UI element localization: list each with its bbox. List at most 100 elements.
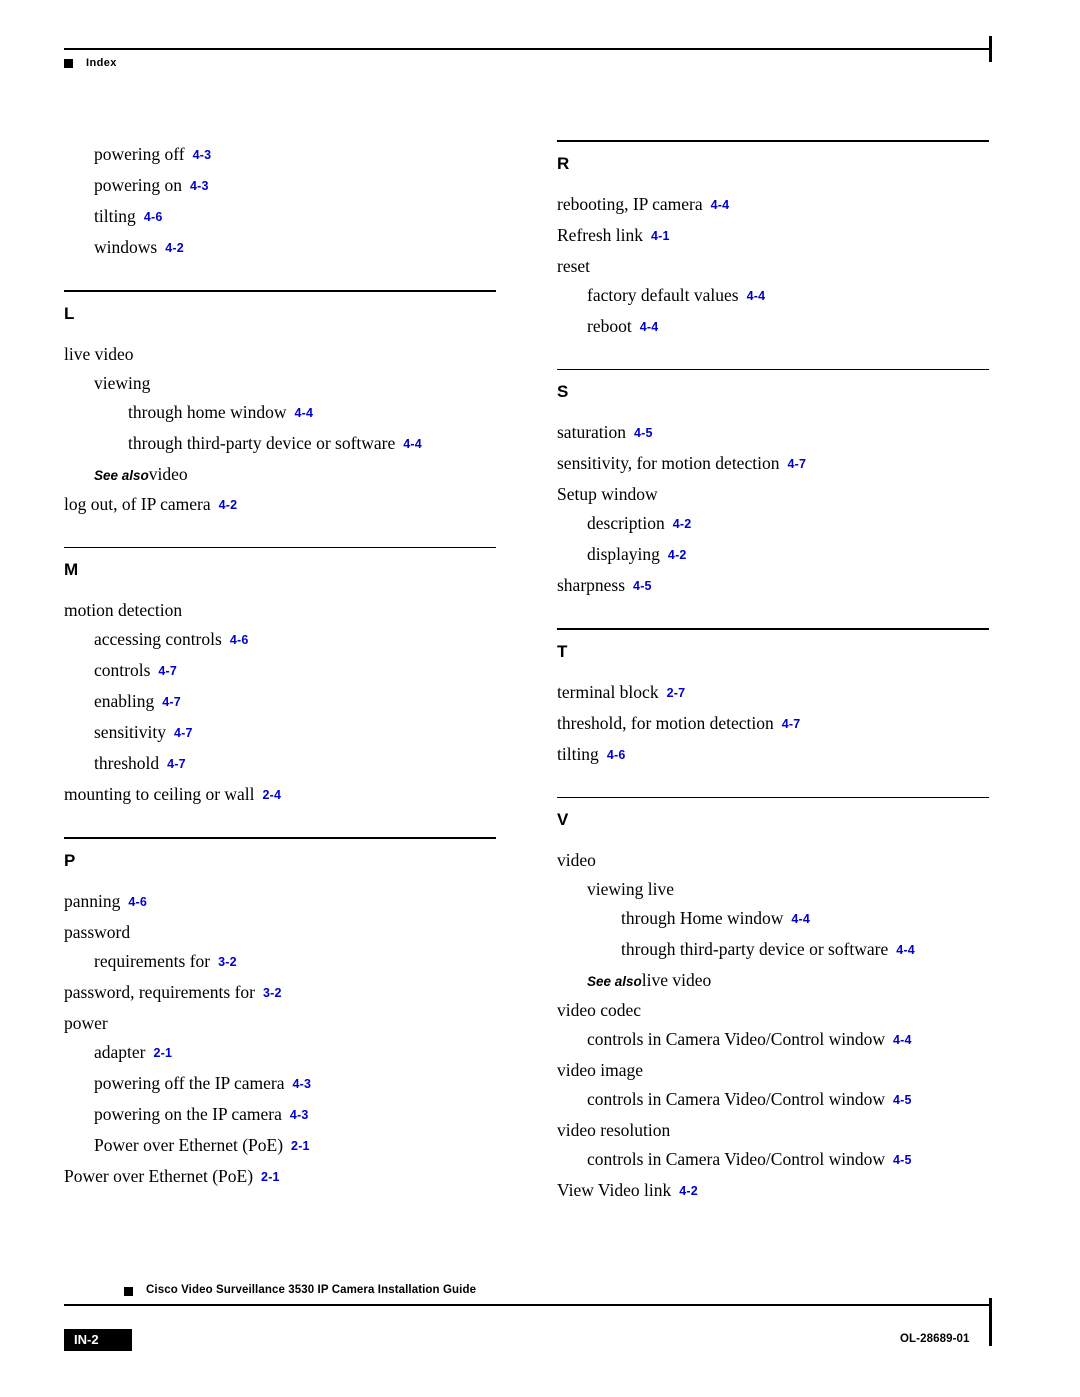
letter-heading: M xyxy=(64,560,79,579)
page-reference-link[interactable]: 4-4 xyxy=(711,198,730,212)
page-reference-link[interactable]: 4-6 xyxy=(128,895,147,909)
footer-rule xyxy=(64,1304,992,1306)
index-entry: sensitivity 4-7 xyxy=(64,718,496,749)
page-reference-link[interactable]: 4-2 xyxy=(668,548,687,562)
page-reference-link[interactable]: 4-1 xyxy=(651,229,670,243)
index-entry-label: requirements for xyxy=(94,950,211,971)
index-entry-label: powering off xyxy=(94,144,185,164)
page-reference-link[interactable]: 4-4 xyxy=(640,320,659,334)
index-entry-label: adapter xyxy=(94,1041,146,1062)
index-entry-label: reboot xyxy=(587,315,632,336)
page-reference-link[interactable]: 4-2 xyxy=(673,517,692,531)
page-reference-link[interactable]: 3-2 xyxy=(218,955,237,969)
index-entry-label: log out, of IP camera xyxy=(64,493,211,514)
page-reference-link[interactable]: 4-4 xyxy=(791,912,810,926)
page-reference-link[interactable]: 2-7 xyxy=(667,686,686,700)
page-reference-link[interactable]: 4-4 xyxy=(747,289,766,303)
letter-section-divider xyxy=(64,837,496,839)
letter-section-divider xyxy=(64,546,496,548)
index-entry-label: powering on xyxy=(94,175,182,195)
index-letter-section: Rrebooting, IP camera 4-4 Refresh link 4-1 r… xyxy=(557,140,989,343)
index-entry: displaying 4-2 xyxy=(557,540,989,571)
page-reference-link[interactable]: 4-6 xyxy=(144,210,163,224)
index-entry-label: controls in Camera Video/Control window xyxy=(587,1149,886,1169)
index-entry-label: controls xyxy=(94,660,151,680)
index-entry-label: threshold, for motion detection xyxy=(557,712,774,733)
footer-crop-mark xyxy=(989,1298,992,1346)
index-entry-label: viewing live xyxy=(587,879,674,899)
header-rule xyxy=(64,48,992,50)
page-reference-link[interactable]: 4-5 xyxy=(893,1153,912,1167)
index-letter-section: Ppanning 4-6 password requirements for 3-2 pa… xyxy=(64,837,496,1193)
index-entry: enabling 4-7 xyxy=(64,687,496,718)
page-reference-link[interactable]: 2-1 xyxy=(261,1170,280,1184)
page-reference-link[interactable]: 4-5 xyxy=(634,426,653,440)
index-entry-label: panning xyxy=(64,890,121,911)
index-entry-label: video xyxy=(557,850,596,870)
page-reference-link[interactable]: 4-4 xyxy=(896,943,915,957)
index-entry-label: password, requirements for xyxy=(64,981,255,1002)
index-letter-section: Tterminal block 2-7 threshold, for motion … xyxy=(557,628,989,771)
index-entry-label: controls in Camera Video/Control window xyxy=(587,1029,886,1049)
index-entry-label: windows xyxy=(94,237,158,257)
index-entry: See alsovideo xyxy=(64,460,496,490)
page-reference-link[interactable]: 4-5 xyxy=(893,1093,912,1107)
index-entry: controls in Camera Video/Control window 4… xyxy=(557,1085,989,1116)
index-entry-label: video resolution xyxy=(557,1120,671,1140)
index-entry-label: sensitivity xyxy=(94,722,166,742)
index-entry: password xyxy=(64,918,496,947)
index-entry-label: through Home window xyxy=(621,908,784,928)
index-entry-label: motion detection xyxy=(64,600,183,620)
page-reference-link[interactable]: 4-2 xyxy=(679,1184,698,1198)
index-entry: motion detection xyxy=(64,596,496,625)
page-reference-link[interactable]: 4-7 xyxy=(782,717,801,731)
page-reference-link[interactable]: 4-4 xyxy=(294,406,313,420)
index-entry-label: controls in Camera Video/Control window xyxy=(587,1089,886,1109)
index-entry-label: sharpness xyxy=(557,575,626,595)
page-reference-link[interactable]: 4-4 xyxy=(403,437,422,451)
page-reference-link[interactable]: 2-1 xyxy=(291,1139,310,1153)
page-reference-link[interactable]: 4-7 xyxy=(158,664,177,678)
page-reference-link[interactable]: 4-2 xyxy=(165,241,184,255)
page-reference-link[interactable]: 4-6 xyxy=(607,748,626,762)
page-reference-link[interactable]: 4-3 xyxy=(190,179,209,193)
page-reference-link[interactable]: 4-7 xyxy=(162,695,181,709)
index-column-left: powering off 4-3 powering on 4-3 tilting 4-6 w… xyxy=(64,140,496,1193)
page-reference-link[interactable]: 4-7 xyxy=(787,457,806,471)
page-reference-link[interactable]: 4-7 xyxy=(167,757,186,771)
page-reference-link[interactable]: 4-7 xyxy=(174,726,193,740)
index-page: Index powering off 4-3 powering on 4-3 tilti… xyxy=(0,0,1080,1397)
page-reference-link[interactable]: 4-3 xyxy=(290,1108,309,1122)
page-reference-link[interactable]: 4-5 xyxy=(633,579,652,593)
index-entry-label: live video xyxy=(64,343,134,364)
header-label: Index xyxy=(86,57,117,69)
index-entry-label: Power over Ethernet (PoE) xyxy=(94,1134,284,1155)
letter-section-divider xyxy=(557,140,989,142)
index-entry: viewing live xyxy=(557,875,989,904)
index-entry-label: View Video link xyxy=(557,1180,672,1200)
see-also-target[interactable]: live video xyxy=(642,970,712,990)
page-reference-link[interactable]: 2-1 xyxy=(154,1046,173,1060)
index-entry-label: rebooting, IP camera xyxy=(557,193,703,214)
index-entry: requirements for 3-2 xyxy=(64,947,496,978)
index-entry-label: enabling xyxy=(94,691,155,711)
page-reference-link[interactable]: 4-3 xyxy=(292,1077,311,1091)
index-entry-label: tilting xyxy=(557,743,599,764)
letter-section-divider xyxy=(557,368,989,370)
page-reference-link[interactable]: 2-4 xyxy=(263,788,282,802)
page-reference-link[interactable]: 4-2 xyxy=(219,498,238,512)
index-entry: powering on the IP camera 4-3 xyxy=(64,1100,496,1131)
page-reference-link[interactable]: 4-3 xyxy=(193,148,212,162)
see-also-label: See also xyxy=(94,467,149,483)
page-reference-link[interactable]: 3-2 xyxy=(263,986,282,1000)
footer-guide-title: Cisco Video Surveillance 3530 IP Camera … xyxy=(146,1284,477,1296)
index-entry: log out, of IP camera 4-2 xyxy=(64,490,496,521)
page-reference-link[interactable]: 4-4 xyxy=(893,1033,912,1047)
index-entry: through home window 4-4 xyxy=(64,398,496,429)
see-also-target[interactable]: video xyxy=(149,464,188,484)
index-entry: powering off 4-3 xyxy=(64,140,496,171)
page-reference-link[interactable]: 4-6 xyxy=(230,633,249,647)
index-entry: through third-party device or software 4-… xyxy=(64,429,496,460)
index-entry: powering off the IP camera 4-3 xyxy=(64,1069,496,1100)
index-entry: factory default values 4-4 xyxy=(557,281,989,312)
